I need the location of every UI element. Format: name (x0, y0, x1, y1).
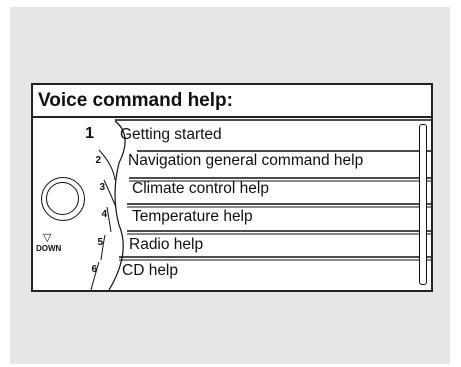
item-number: 2 (95, 155, 101, 166)
item-number: 6 (91, 264, 97, 275)
list-item-temperature-help[interactable]: Temperature help (132, 208, 253, 226)
triangle-down-icon: ▽ (43, 232, 52, 244)
voice-help-screen: Voice command help: ▽ DOWN 1 Getting sta… (31, 83, 433, 292)
list-item-radio-help[interactable]: Radio help (129, 236, 203, 254)
scrollbar[interactable] (419, 124, 427, 285)
item-number: 3 (99, 182, 105, 193)
list-item-cd-help[interactable]: CD help (122, 262, 178, 280)
list-item-getting-started[interactable]: Getting started (120, 126, 222, 144)
list-item-navigation-help[interactable]: Navigation general command help (128, 152, 363, 170)
knob-center (46, 182, 79, 215)
item-number: 5 (97, 237, 103, 248)
list-item-climate-help[interactable]: Climate control help (132, 180, 269, 198)
item-number: 4 (101, 209, 107, 220)
item-number: 1 (85, 125, 94, 142)
selector-knob-icon[interactable] (41, 177, 85, 221)
down-label: DOWN (36, 244, 62, 253)
